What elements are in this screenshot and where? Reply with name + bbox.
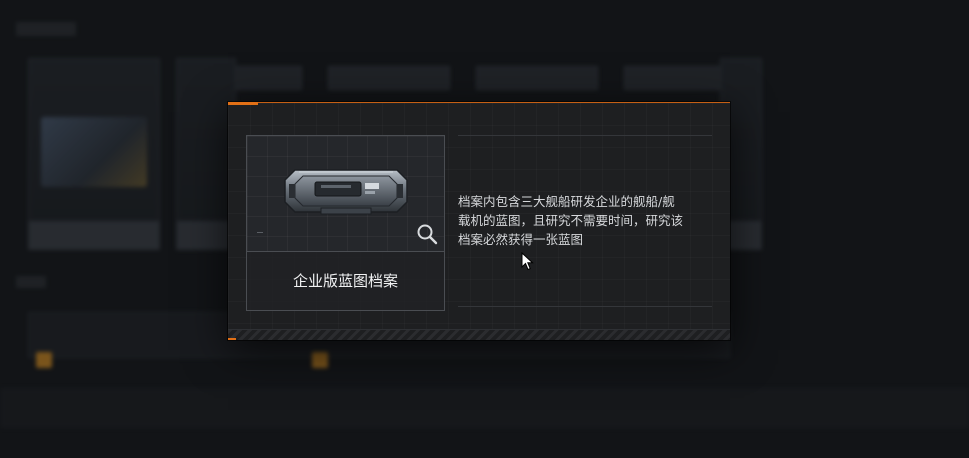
bg-card [176, 58, 236, 250]
mouse-cursor-icon [521, 252, 534, 271]
ship-blueprint-archive-icon [284, 169, 408, 215]
item-description: 档案内包含三大舰船研发企业的舰船/舰 载机的蓝图，且研究不需要时间，研究该 档案… [458, 194, 684, 247]
magnifier-icon[interactable] [416, 223, 438, 245]
modal-accent-bar [228, 102, 258, 105]
divider [458, 135, 712, 136]
divider [458, 306, 712, 307]
bg-card [28, 58, 160, 250]
item-name: 企业版蓝图档案 [292, 272, 398, 290]
bg-icon [312, 352, 328, 368]
item-card: 企业版蓝图档案 [246, 135, 445, 311]
bg-tab [476, 66, 598, 90]
modal-footer-hatch [228, 329, 730, 340]
bg-section-header [16, 276, 46, 288]
modal-accent-bar [228, 338, 236, 340]
bg-icon [36, 352, 52, 368]
bg-bottom-bar [0, 388, 969, 428]
bg-section-header [16, 22, 76, 36]
item-detail-modal: 企业版蓝图档案 档案内包含三大舰船研发企业的舰船/舰 载机的蓝图，且研究不需要时… [228, 102, 730, 340]
item-image-panel [247, 136, 444, 251]
bg-tab [328, 66, 450, 90]
decor-mark [257, 232, 263, 233]
